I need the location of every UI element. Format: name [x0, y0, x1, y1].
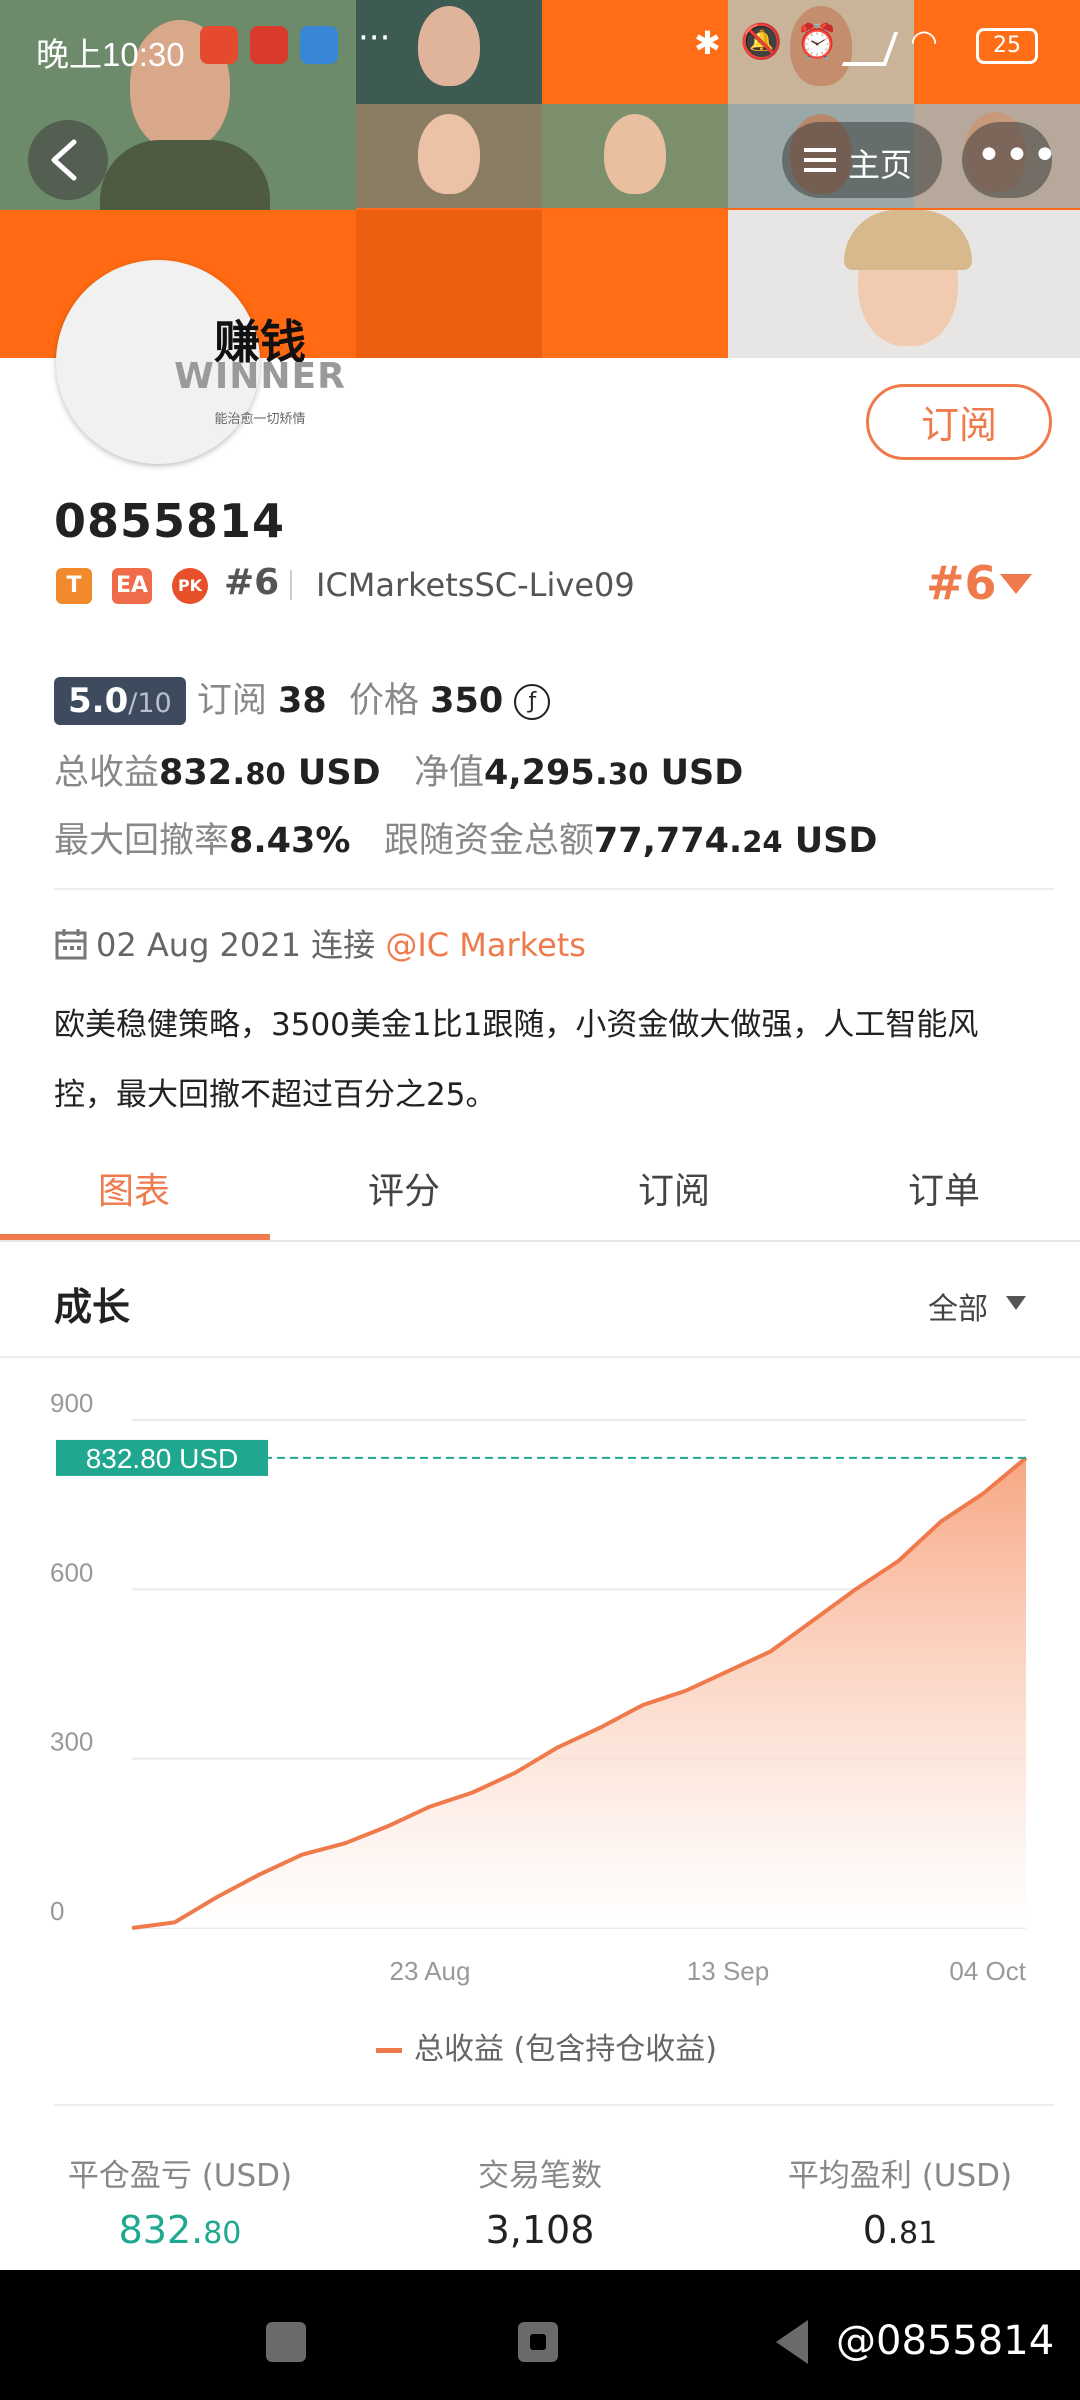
switch-icon — [804, 148, 836, 172]
drawdown-value: 8.43% — [229, 821, 351, 861]
banner-photo — [356, 104, 542, 208]
home-label: 主页 — [848, 146, 913, 184]
avatar-text: WINNER — [174, 356, 346, 397]
broker-link[interactable]: @IC Markets — [385, 926, 586, 964]
growth-chart: 900 600 300 0 832.80 USD 23 Aug 13 Sep 04 Oct — [50, 1388, 1028, 1986]
status-bar: 晚上10:30 ··· ✱ 🔕 ⏰ ◠ 25 — [0, 0, 1080, 100]
x-tick-label: 23 Aug — [390, 1956, 471, 1986]
divider — [54, 888, 1054, 890]
more-icon: ••• — [976, 130, 1060, 181]
wifi-icon: ◠ — [910, 22, 938, 60]
price-label: 价格 — [348, 681, 419, 721]
stats-row-drawdown: 最大回撤率8.43% 跟随资金总额77,774.24 USD — [54, 812, 877, 863]
y-tick-label: 300 — [50, 1727, 93, 1757]
menu-icon[interactable] — [266, 2322, 306, 2362]
chart-legend: 总收益 (包含持仓收益) — [376, 2024, 717, 2068]
x-tick-label: 04 Oct — [949, 1956, 1026, 1986]
follow-funds-value: 77,774.24 USD — [593, 821, 878, 861]
battery-level: 25 — [993, 33, 1021, 58]
legend-swatch — [376, 2048, 402, 2053]
watermark: @0855814 — [836, 2318, 1055, 2364]
total-profit-value: 832.80 USD — [159, 753, 381, 793]
avatar-text: 能治愈一切矫情 — [214, 412, 306, 427]
avatar: 赚钱 WINNER 能治愈一切矫情 — [56, 260, 345, 464]
rating-badge: 5.0/10 — [54, 677, 186, 725]
badge-pk: PK — [172, 568, 208, 604]
app-icon — [200, 26, 238, 64]
avg-profit-label: 平均盈利 (USD) — [787, 2158, 1013, 2194]
trade-count-label: 交易笔数 — [478, 2158, 602, 2194]
connection-row: 02 Aug 2021 连接 @IC Markets — [54, 920, 586, 966]
equity-value: 4,295.30 USD — [484, 753, 744, 793]
subscribe-button[interactable]: 订阅 — [866, 384, 1052, 460]
more-button[interactable]: ••• — [962, 122, 1058, 198]
system-nav-bar: @0855814 — [0, 2270, 1080, 2400]
back-icon[interactable] — [776, 2320, 808, 2364]
signal-icon — [841, 32, 899, 66]
subscriptions-value: 38 — [277, 681, 327, 721]
stats-row-profit: 总收益832.80 USD 净值4,295.30 USD — [54, 744, 743, 795]
rank-selector[interactable]: #6 — [926, 556, 997, 610]
y-tick-label: 900 — [50, 1388, 93, 1418]
series-area — [132, 1457, 1026, 1928]
coin-icon: ƒ — [514, 684, 551, 720]
closed-pnl-value: 832.80 — [118, 2208, 242, 2252]
range-filter[interactable]: 全部 — [928, 1284, 988, 1328]
closed-pnl-label: 平仓盈亏 (USD) — [67, 2158, 293, 2194]
back-arrow-icon — [51, 139, 77, 181]
banner-photo — [542, 104, 728, 208]
follow-funds-label: 跟随资金总额 — [383, 821, 594, 861]
alarm-icon: ⏰ — [796, 22, 839, 62]
bluetooth-icon: ✱ — [694, 24, 721, 62]
total-profit-label: 总收益 — [54, 753, 160, 793]
avg-profit-value: 0.81 — [862, 2208, 938, 2252]
tab-subscribe[interactable]: 订阅 — [638, 1162, 710, 1214]
calendar-icon — [55, 929, 87, 960]
app-icon — [300, 26, 338, 64]
legend-label: 总收益 (包含持仓收益) — [414, 2032, 717, 2067]
battery-icon: 25 — [976, 28, 1038, 64]
more-icon: ··· — [358, 18, 391, 58]
home-button[interactable]: 主页 — [782, 122, 942, 198]
rank-label: #6 — [224, 562, 280, 603]
y-tick-label: 0 — [50, 1896, 64, 1926]
badge-t: T — [56, 568, 92, 604]
mute-icon: 🔕 — [740, 22, 783, 62]
price-value: 350 — [430, 681, 504, 721]
banner-photo — [728, 210, 1080, 358]
drawdown-label: 最大回撤率 — [54, 821, 230, 861]
tab-orders[interactable]: 订单 — [908, 1162, 980, 1214]
y-tick-label: 600 — [50, 1557, 93, 1587]
badge-ea: EA — [112, 568, 152, 604]
back-button[interactable] — [28, 120, 108, 200]
strategy-description: 欧美稳健策略，3500美金1比1跟随，小资金做大做强，人工智能风控，最大回撤不超… — [54, 1007, 979, 1113]
connection-date: 02 Aug 2021 连接 — [96, 926, 376, 964]
section-title: 成长 — [54, 1285, 131, 1329]
stats-row-rating: 5.0/10 订阅 38 价格 350 ƒ — [54, 672, 551, 725]
caret-down-icon[interactable] — [1000, 574, 1032, 594]
subscriptions-label: 订阅 — [196, 681, 267, 721]
x-tick-label: 13 Sep — [687, 1956, 769, 1986]
current-value-label: 832.80 USD — [86, 1443, 239, 1474]
status-time: 晚上10:30 — [36, 36, 185, 73]
tab-chart[interactable]: 图表 — [98, 1162, 170, 1214]
home-icon[interactable] — [518, 2322, 558, 2362]
tab-rating[interactable]: 评分 — [368, 1162, 440, 1214]
caret-down-icon[interactable] — [1006, 1296, 1026, 1310]
app-icon — [250, 26, 288, 64]
account-id: 0855814 — [54, 494, 286, 548]
equity-label: 净值 — [414, 753, 485, 793]
trade-count-value: 3,108 — [485, 2208, 595, 2252]
server-name: ICMarketsSC-Live09 — [316, 566, 635, 604]
